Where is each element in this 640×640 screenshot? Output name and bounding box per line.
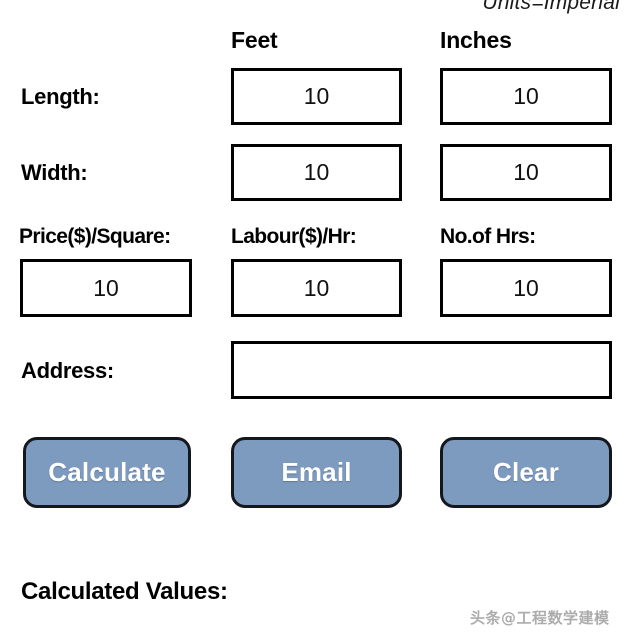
hours-input[interactable] [440,259,612,317]
labour-input[interactable] [231,259,402,317]
length-inches-input[interactable] [440,68,612,125]
labour-label: Labour($)/Hr: [231,225,357,248]
watermark: 头条@工程数学建模 [470,609,610,627]
width-feet-input[interactable] [231,144,402,201]
calculate-button[interactable]: Calculate [23,437,191,508]
clear-button[interactable]: Clear [440,437,612,508]
hours-label: No.of Hrs: [440,225,536,248]
email-button[interactable]: Email [231,437,402,508]
width-inches-input[interactable] [440,144,612,201]
column-header-inches: Inches [440,27,512,53]
price-label: Price($)/Square: [19,225,171,248]
width-label: Width: [21,160,88,185]
length-feet-input[interactable] [231,68,402,125]
address-label: Address: [21,358,114,383]
units-note: Units=Imperial [482,0,620,14]
length-label: Length: [21,84,100,109]
price-input[interactable] [20,259,192,317]
column-header-feet: Feet [231,27,278,53]
calculated-values-heading: Calculated Values: [21,578,228,605]
address-input[interactable] [231,341,612,399]
